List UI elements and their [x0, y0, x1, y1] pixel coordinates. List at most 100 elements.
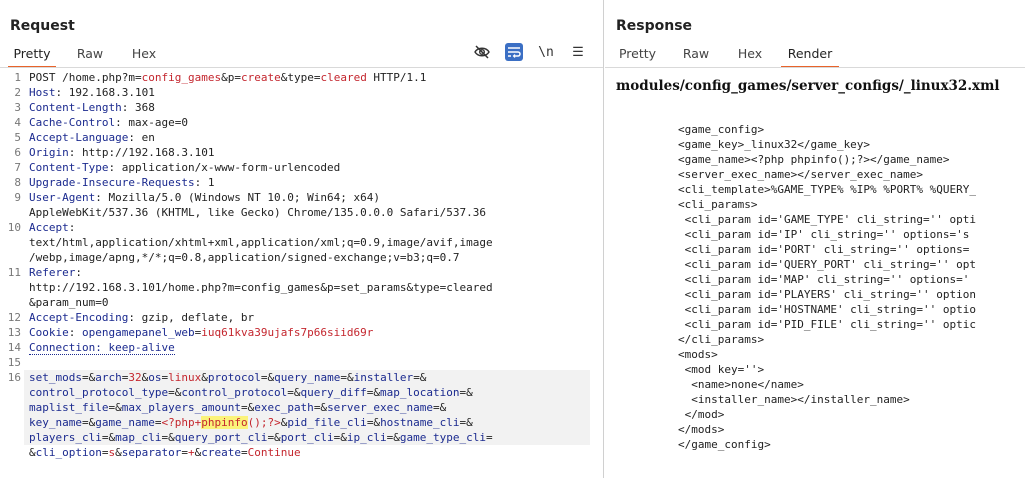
- code-token: game_type_cli: [399, 431, 487, 444]
- code-token: Accept-Language: [29, 131, 129, 144]
- xml-line: <mod key=''>: [678, 363, 765, 376]
- request-toolbar: \n ☰: [473, 43, 587, 61]
- code-token: : http://192.168.3.101: [68, 146, 215, 159]
- xml-line: <cli_param id='PID_FILE' cli_string='' o…: [678, 318, 977, 331]
- code-line: Content-Type: application/x-www-form-url…: [29, 161, 340, 174]
- code-token: control_protocol: [181, 386, 288, 399]
- line-number: 11: [7, 266, 21, 279]
- line-number: 8: [14, 176, 21, 189]
- code-line: Cache-Control: max-age=0: [29, 116, 188, 129]
- xml-line: <game_key>_linux32</game_key>: [678, 138, 871, 151]
- code-line: Cookie: opengamepanel_web=iuq61kva39ujaf…: [29, 326, 373, 339]
- code-line: Host: 192.168.3.101: [29, 86, 155, 99]
- code-token: AppleWebKit/537.36 (KHTML, like Gecko) C…: [29, 206, 486, 219]
- line-number: 12: [7, 311, 21, 324]
- code-token: map_cli: [115, 431, 162, 444]
- xml-line: <server_exec_name></server_exec_name>: [678, 168, 924, 181]
- code-token: maplist_file: [29, 401, 109, 414]
- code-token: =: [240, 446, 248, 459]
- menu-icon[interactable]: ☰: [569, 43, 587, 61]
- code-token: query_port_cli: [174, 431, 268, 444]
- tab-divider: [605, 67, 1025, 68]
- code-token: exec_path: [254, 401, 314, 414]
- code-token: =&: [81, 416, 96, 429]
- xml-line: <cli_param id='HOSTNAME' cli_string='' o…: [678, 303, 977, 316]
- request-editor[interactable]: 1 POST /home.php?m=config_games&p=create&…: [0, 70, 603, 478]
- code-token: User-Agent: [29, 191, 96, 204]
- xml-line: <mods>: [678, 348, 718, 361]
- code-token: port_cli: [280, 431, 334, 444]
- code-line: control_protocol_type=&control_protocol=…: [29, 386, 473, 399]
- xml-line: <cli_params>: [678, 198, 758, 211]
- code-token: game_name: [95, 416, 155, 429]
- code-token: arch: [95, 371, 122, 384]
- xml-line: <name>none</name>: [678, 378, 804, 391]
- code-token: Origin: [29, 146, 69, 159]
- tab-raw[interactable]: Raw: [70, 46, 110, 68]
- code-token: =&: [313, 401, 328, 414]
- xml-line: <cli_param id='QUERY_PORT' cli_string=''…: [678, 258, 977, 271]
- code-token: &p=: [221, 71, 241, 84]
- code-token: =: [486, 431, 493, 444]
- eye-off-icon[interactable]: [473, 43, 491, 61]
- code-token: =&: [340, 371, 354, 384]
- code-token: &: [29, 446, 36, 459]
- line-number: 7: [14, 161, 21, 174]
- code-line: Upgrade-Insecure-Requests: 1: [29, 176, 214, 189]
- code-token: cleared: [320, 71, 367, 84]
- code-line: Origin: http://192.168.3.101: [29, 146, 214, 159]
- tab-hex[interactable]: Hex: [124, 46, 164, 68]
- code-line: Referer:: [29, 266, 82, 279]
- code-line: Content-Length: 368: [29, 101, 155, 114]
- tab-hex[interactable]: Hex: [731, 46, 769, 68]
- code-token: max_players_amount: [121, 401, 241, 414]
- code-token: cli_option: [35, 446, 102, 459]
- code-line: players_cli=&map_cli=&query_port_cli=&po…: [29, 431, 493, 444]
- tab-pretty[interactable]: Pretty: [615, 46, 660, 68]
- code-token: =&: [81, 371, 96, 384]
- code-token: control_protocol_type: [29, 386, 169, 399]
- code-token: : 1: [194, 176, 215, 189]
- line-number: 2: [14, 86, 21, 99]
- code-line: Accept:: [29, 221, 75, 234]
- word-wrap-icon[interactable]: [505, 43, 523, 61]
- code-token: iuq61kva39ujafs7p66siid69r: [201, 326, 374, 339]
- code-token: Content-Length: [29, 101, 122, 114]
- code-token: : gzip, deflate, br: [128, 311, 255, 324]
- code-token: : max-age=0: [115, 116, 188, 129]
- code-token: =&: [386, 431, 400, 444]
- tab-render[interactable]: Render: [781, 46, 839, 68]
- code-token: =&: [101, 431, 116, 444]
- code-token: set_mods: [29, 371, 82, 384]
- line-number: 1: [14, 71, 21, 84]
- code-token: Upgrade-Insecure-Requests: [29, 176, 195, 189]
- line-number: 13: [7, 326, 21, 339]
- code-token: Continue: [247, 446, 301, 459]
- xml-line: <game_config>: [678, 123, 765, 136]
- code-token: map_location: [380, 386, 460, 399]
- newline-toggle-icon[interactable]: \n: [537, 43, 555, 61]
- code-token: &param_num=0: [29, 296, 109, 309]
- code-line: Connection: keep-alive: [29, 341, 175, 355]
- code-token: HTTP/1.1: [366, 71, 427, 84]
- code-token: create: [240, 71, 281, 84]
- code-line: /webp,image/apng,*/*;q=0.8,application/s…: [29, 251, 459, 264]
- code-token: : 368: [121, 101, 155, 114]
- eye-off-svg: [474, 45, 490, 59]
- code-token: create: [201, 446, 241, 459]
- tab-raw[interactable]: Raw: [677, 46, 715, 68]
- code-token: : 192.168.3.101: [55, 86, 155, 99]
- xml-line: </mods>: [678, 423, 725, 436]
- code-token: pid_file_cli: [287, 416, 367, 429]
- xml-line: </mod>: [678, 408, 725, 421]
- code-token: Cache-Control: [29, 116, 116, 129]
- response-title: Response: [616, 18, 693, 34]
- code-token: =&: [108, 401, 122, 414]
- code-token: installer: [353, 371, 414, 384]
- code-token: server_exec_name: [327, 401, 434, 414]
- code-token: Cookie: [29, 326, 69, 339]
- request-panel: Request Pretty Raw Hex \n ☰ 1 POST /home.…: [0, 0, 604, 478]
- tab-pretty[interactable]: Pretty: [8, 46, 56, 68]
- xml-line: <cli_param id='PLAYERS' cli_string='' op…: [678, 288, 977, 301]
- code-token: query_name: [274, 371, 341, 384]
